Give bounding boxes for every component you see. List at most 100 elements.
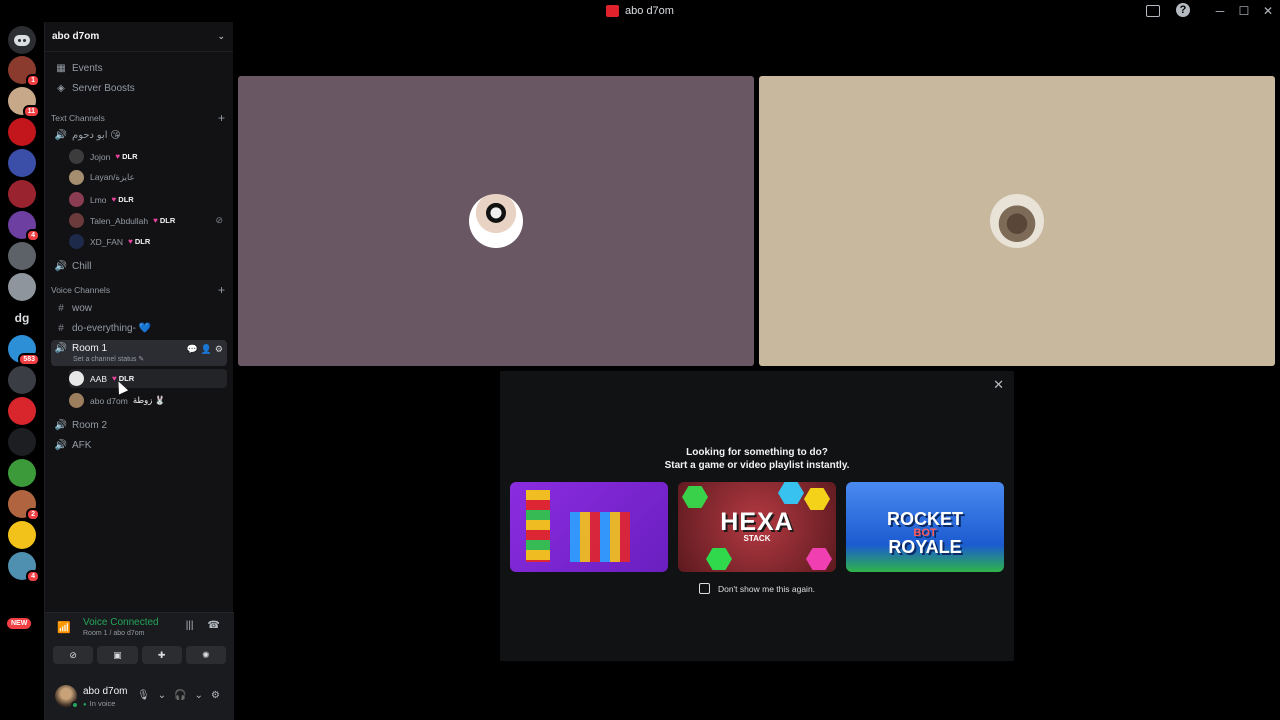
channel-status[interactable]: Set a channel status ✎: [73, 355, 144, 363]
server-icon[interactable]: [8, 521, 36, 549]
user-tag: DLR: [112, 195, 133, 204]
channel-label: ابو دحوم 😘: [72, 129, 121, 141]
hash-icon: #: [58, 302, 64, 314]
server-icon[interactable]: [8, 366, 36, 394]
game-card-rocket-bot-royale[interactable]: ROCKET BOT ROYALE: [846, 482, 1004, 572]
activities-button[interactable]: ✚: [141, 646, 182, 664]
events-item[interactable]: ▦ Events: [51, 58, 227, 78]
server-icon[interactable]: [8, 180, 36, 208]
invite-icon[interactable]: 👤: [201, 344, 212, 355]
game-title: HEXA: [720, 508, 794, 536]
voice-location[interactable]: Room 1 / abo d7om: [83, 630, 144, 637]
server-icon[interactable]: dg: [8, 304, 36, 332]
signal-icon[interactable]: 📶: [57, 621, 71, 634]
discord-icon: [14, 34, 30, 46]
user-tag: DLR: [153, 216, 175, 225]
game-title: ROCKET BOT ROYALE: [846, 510, 1004, 557]
headphones-icon[interactable]: 🎧: [174, 690, 186, 701]
avatar: [69, 149, 84, 164]
close-icon[interactable]: ✕: [993, 377, 1004, 393]
text-channels-category[interactable]: Text Channels +: [51, 111, 225, 125]
minimize-button[interactable]: ─: [1208, 4, 1232, 18]
server-icon[interactable]: 2: [8, 490, 40, 521]
channel-room-1[interactable]: 🔊 Room 1 Set a channel status ✎ 💬 👤 ⚙: [51, 340, 227, 366]
server-icon[interactable]: [8, 428, 36, 456]
voice-user[interactable]: Layan/عايزة: [69, 168, 227, 187]
channel-arabic[interactable]: 🔊 ابو دحوم 😘: [51, 125, 227, 145]
window-title: abo d7om: [625, 5, 674, 17]
activity-suggestions-panel: ✕ Looking for something to do? Start a g…: [500, 371, 1014, 661]
gear-icon[interactable]: ⚙: [215, 344, 223, 355]
noise-suppression-icon[interactable]: |||: [186, 620, 194, 631]
server-icon[interactable]: 583: [8, 335, 40, 366]
channel-label: Room 2: [72, 419, 108, 431]
channel-room-2[interactable]: 🔊 Room 2: [51, 415, 227, 435]
add-channel-icon[interactable]: +: [218, 283, 225, 297]
user-name[interactable]: abo d7om: [83, 686, 127, 697]
category-label: Voice Channels: [51, 285, 111, 295]
server-icon[interactable]: [8, 149, 36, 177]
voice-user[interactable]: XD_FAN DLR: [69, 232, 227, 251]
server-icon[interactable]: [8, 118, 36, 146]
avatar: [69, 393, 84, 408]
dont-show-again-row[interactable]: Don't show me this again.: [500, 583, 1014, 594]
channel-do-everything[interactable]: # do-everything- 💙: [51, 318, 227, 338]
direct-messages-button[interactable]: [8, 26, 36, 54]
avatar: [69, 170, 84, 185]
user-status: In voice: [83, 699, 116, 708]
voice-user[interactable]: abo d7om زوطة 🐰: [69, 391, 227, 410]
voice-user[interactable]: Jojon DLR: [69, 147, 227, 166]
soundboard-button[interactable]: ✺: [185, 646, 226, 664]
user-panel: abo d7om In voice 🎙 ⌄ 🎧 ⌄ ⚙: [45, 672, 234, 720]
server-icon[interactable]: [8, 397, 36, 425]
user-name: Jojon: [90, 151, 111, 162]
mention-badge: 1: [26, 74, 40, 87]
speaker-icon: 🔊: [54, 419, 68, 431]
server-boosts-item[interactable]: ◈ Server Boosts: [51, 78, 227, 98]
channel-afk[interactable]: 🔊 AFK: [51, 435, 227, 455]
channel-chill[interactable]: 🔊 Chill: [51, 256, 227, 276]
channel-wow[interactable]: # wow: [51, 298, 227, 318]
voice-user[interactable]: AABDLR: [69, 369, 227, 388]
microphone-icon[interactable]: 🎙: [137, 690, 150, 701]
server-icon[interactable]: 11: [8, 87, 40, 118]
app-logo-icon: [606, 5, 620, 17]
server-icon[interactable]: [8, 242, 36, 270]
voice-channels-category[interactable]: Voice Channels +: [51, 283, 225, 297]
voice-user[interactable]: Talen_Abdullah DLR ⊘: [69, 211, 227, 230]
screen-share-button[interactable]: ▣: [97, 646, 138, 664]
server-icon[interactable]: 1: [8, 56, 40, 87]
participant-tile[interactable]: [238, 76, 754, 366]
game-card-hexa-stack[interactable]: HEXA STACK: [678, 482, 836, 572]
gear-icon[interactable]: ⚙: [211, 690, 220, 701]
inbox-icon[interactable]: [1146, 5, 1160, 17]
disconnect-icon[interactable]: ☎: [208, 620, 220, 631]
speaker-icon: 🔊: [54, 260, 68, 272]
chevron-down-icon[interactable]: ⌄: [195, 690, 203, 701]
game-card-blocks[interactable]: [510, 482, 668, 572]
server-icon[interactable]: 4: [8, 552, 40, 583]
server-rail: 1 11 4 dg 583 2 4 NEW: [0, 22, 44, 720]
help-icon[interactable]: ?: [1176, 3, 1190, 17]
voice-status[interactable]: Voice Connected: [83, 617, 159, 628]
server-icon[interactable]: [8, 459, 36, 487]
maximize-button[interactable]: ☐: [1232, 4, 1256, 18]
camera-off-button[interactable]: ⊘: [53, 646, 94, 664]
close-window-button[interactable]: ✕: [1256, 4, 1280, 18]
mention-badge: 11: [22, 105, 40, 118]
avatar: [69, 234, 84, 249]
chat-icon[interactable]: 💬: [186, 344, 197, 355]
avatar: [69, 371, 84, 386]
server-header[interactable]: abo d7om ⌄: [45, 22, 233, 52]
server-icon[interactable]: [8, 273, 36, 301]
participant-tile[interactable]: [759, 76, 1275, 366]
game-title-line: ROYALE: [888, 537, 962, 557]
add-channel-icon[interactable]: +: [218, 111, 225, 125]
voice-user[interactable]: Lmo DLR: [69, 190, 227, 209]
dont-show-checkbox[interactable]: [698, 583, 710, 594]
user-name: abo d7om: [90, 395, 128, 406]
server-icon[interactable]: 4: [8, 211, 40, 242]
chevron-down-icon[interactable]: ⌄: [158, 690, 166, 701]
user-name: Lmo: [90, 194, 107, 205]
mention-badge: 4: [26, 229, 40, 242]
